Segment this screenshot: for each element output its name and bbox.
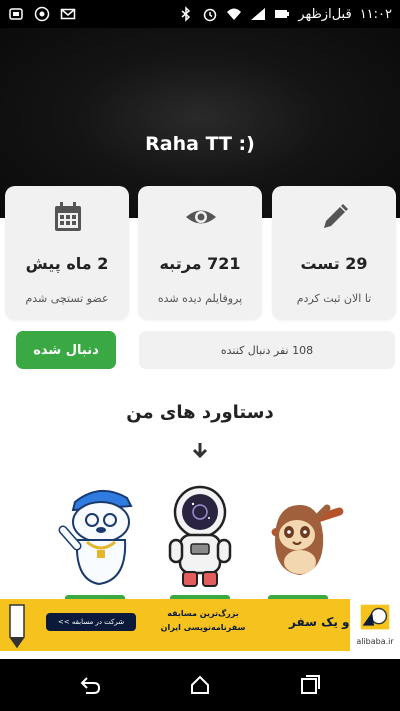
sloth-badge[interactable] <box>255 480 345 590</box>
ad-logo-text: alibaba.ir <box>356 637 394 646</box>
arrow-down-icon <box>192 443 208 459</box>
calendar-icon <box>55 202 81 231</box>
status-time: ۱۱:۰۲ <box>359 6 392 22</box>
status-right: قبل‌ازظهر ۱۱:۰۲ <box>178 6 392 22</box>
stat-value: 2 ماه پیش <box>25 254 109 273</box>
bluetooth-icon <box>181 6 191 22</box>
gmail-icon <box>60 8 76 20</box>
stat-label: عضو تستچی شدم <box>25 292 109 305</box>
chrome-icon <box>34 6 50 22</box>
stat-value: 721 مرتبه <box>159 254 241 273</box>
polar-bear-badge[interactable] <box>55 480 145 590</box>
alibaba-logo-icon <box>360 604 390 630</box>
stat-value: 29 تست <box>300 254 368 273</box>
signal-icon <box>251 8 266 20</box>
ad-line-2: سفرنامه‌نویسی ایران <box>160 623 246 632</box>
astronaut-badge[interactable] <box>155 480 245 590</box>
status-left <box>8 6 76 22</box>
profile-name: Raha TT :) <box>145 133 255 155</box>
ad-banner[interactable]: شرکت در مسابقه >> بزرگ‌ترین مسابقه سفرنا… <box>0 599 400 651</box>
ad-line-1: بزرگ‌ترین مسابقه <box>167 609 239 618</box>
pencil-ad-icon <box>9 604 25 649</box>
back-icon[interactable] <box>78 673 102 697</box>
stat-label: تا الان ثبت کردم <box>296 292 372 305</box>
alarm-icon <box>204 8 217 22</box>
followers-count[interactable]: 108 نفر دنبال کننده <box>139 331 395 369</box>
stat-label: پروفایلم دیده شده <box>157 292 243 305</box>
home-icon[interactable] <box>188 673 212 697</box>
navigation-bar <box>0 659 400 711</box>
ad-cta-button[interactable]: شرکت در مسابقه >> <box>46 613 136 631</box>
stat-card-membership: 2 ماه پیش عضو تستچی شدم <box>5 186 129 320</box>
eye-icon <box>186 210 216 224</box>
ad-logo: alibaba.ir <box>350 599 400 651</box>
recents-icon[interactable] <box>298 673 322 697</box>
pencil-icon <box>324 204 348 228</box>
battery-icon <box>275 10 290 18</box>
follow-button[interactable]: دنبال شده <box>16 331 116 369</box>
stat-card-views: 721 مرتبه پروفایلم دیده شده <box>138 186 262 320</box>
stat-card-tests: 29 تست تا الان ثبت کردم <box>272 186 396 320</box>
notification-icon <box>9 8 23 20</box>
status-period: قبل‌ازظهر <box>298 6 352 22</box>
achievements-title: دستاورد های من <box>126 402 274 423</box>
status-bar: قبل‌ازظهر ۱۱:۰۲ <box>0 0 400 28</box>
wifi-icon <box>227 8 242 20</box>
